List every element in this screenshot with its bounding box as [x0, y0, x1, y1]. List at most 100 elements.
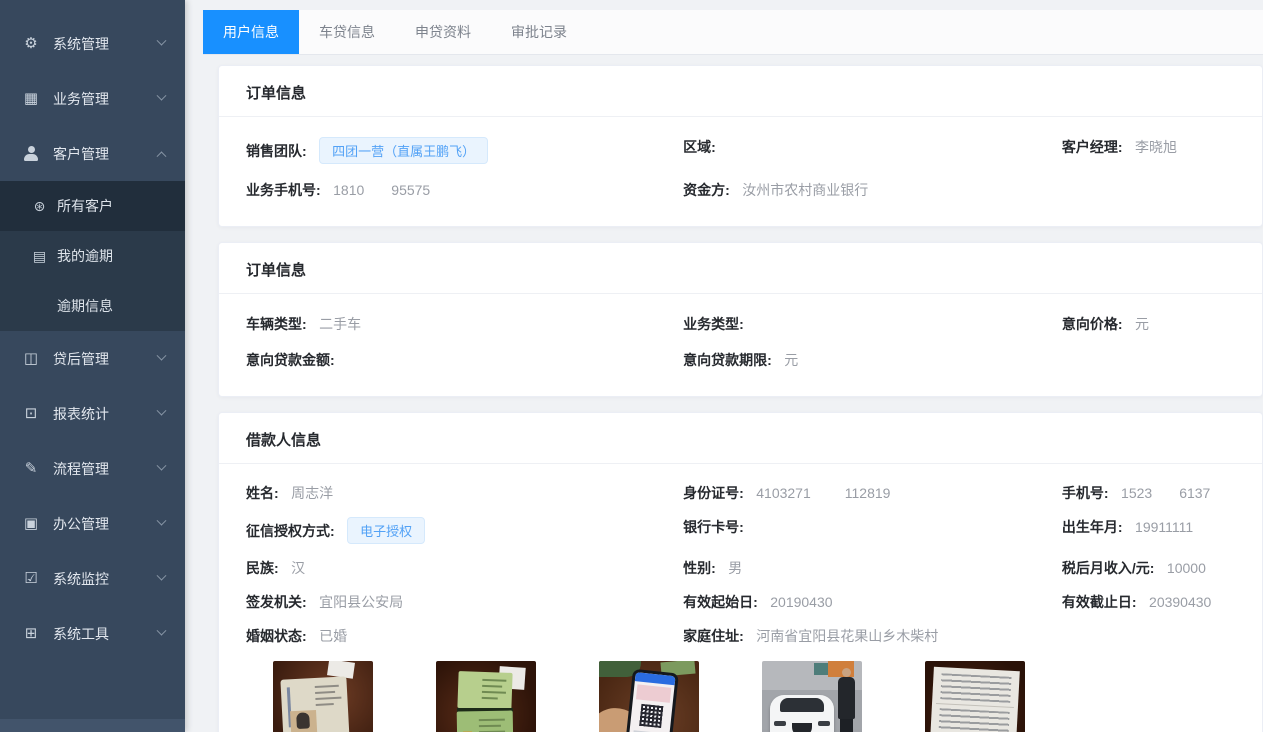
field-label: 有效截止日: [1062, 594, 1137, 610]
sidebar-item-label: 逾期信息 [57, 296, 113, 316]
credit-auth-tag[interactable]: 电子授权 [347, 517, 425, 544]
chevron-down-icon [157, 351, 167, 361]
sidebar-item-label: 业务管理 [53, 89, 109, 109]
redaction-mask [811, 487, 845, 498]
field-label: 家庭住址: [683, 628, 744, 644]
field-vehicle-type: 车辆类型: 二手车 [246, 306, 683, 342]
field-label: 民族: [246, 560, 279, 576]
field-label: 有效起始日: [683, 594, 758, 610]
sidebar-item-system-tools[interactable]: ⊞ 系统工具 [0, 606, 185, 661]
sidebar-item-my-overdue[interactable]: ▤ 我的逾期 [0, 231, 185, 281]
field-label: 客户经理: [1062, 139, 1123, 155]
chevron-down-icon [157, 91, 167, 101]
sidebar-item-label: 客户管理 [53, 144, 109, 164]
field-label: 银行卡号: [683, 519, 744, 535]
field-label: 婚姻状态: [246, 628, 307, 644]
field-value: 宜阳县公安局 [319, 594, 403, 610]
chevron-down-icon [157, 626, 167, 636]
sidebar-item-label: 所有客户 [57, 196, 113, 216]
sidebar-item-business-management[interactable]: ▦ 业务管理 [0, 71, 185, 126]
field-label: 销售团队: [246, 143, 307, 159]
field-region: 区域: [683, 129, 1062, 172]
tab-user-info[interactable]: 用户信息 [203, 10, 299, 54]
chevron-down-icon [157, 461, 167, 471]
main-content: 用户信息 车贷信息 申贷资料 审批记录 订单信息 销售团队: 四团一营（直属王鹏… [185, 0, 1263, 732]
sidebar-item-process-management[interactable]: ✎ 流程管理 [0, 441, 185, 496]
monitor-check-icon: ☑ [22, 571, 40, 586]
sidebar-item-postloan-management[interactable]: ◫ 贷后管理 [0, 331, 185, 386]
chevron-up-icon [157, 151, 167, 161]
phone-qr-photo[interactable]: 征信证明 [599, 661, 699, 732]
phone-qr-photo-image [599, 661, 699, 732]
field-loan-term: 意向贷款期限: 元 [683, 342, 1062, 378]
office-icon: ▣ [22, 516, 40, 531]
field-value: 男 [728, 560, 742, 576]
field-label: 性别: [683, 560, 716, 576]
field-issuing-authority: 签发机关: 宜阳县公安局 [246, 585, 683, 619]
sidebar-item-all-customers[interactable]: ⊛ 所有客户 [0, 181, 185, 231]
document-photos-row: 身份证 [246, 653, 1235, 732]
sidebar-item-overdue-info[interactable]: 逾期信息 [0, 281, 185, 331]
field-monthly-income: 税后月收入/元: 10000 [1062, 551, 1235, 585]
grid-icon: ▦ [22, 91, 40, 106]
field-valid-to: 有效截止日: 20390430 [1062, 585, 1235, 619]
field-value: 20390430 [1149, 594, 1211, 610]
sidebar-item-label: 报表统计 [53, 404, 109, 424]
chevron-down-icon [157, 36, 167, 46]
field-value: 19911111 [1135, 519, 1193, 535]
field-credit-auth: 征信授权方式: 电子授权 [246, 510, 683, 551]
field-label: 资金方: [683, 182, 730, 198]
field-value: 20190430 [770, 594, 832, 610]
tab-loan-application-docs[interactable]: 申贷资料 [395, 10, 491, 54]
sidebar-item-system-monitor[interactable]: ☑ 系统监控 [0, 551, 185, 606]
notebook-icon: ▤ [32, 248, 47, 265]
sidebar-item-label: 流程管理 [53, 459, 109, 479]
field-business-type: 业务类型: [683, 306, 1062, 342]
field-label: 税后月收入/元: [1062, 560, 1155, 576]
car-person-photo[interactable]: 人车合影 [762, 661, 862, 732]
id-card-photo[interactable]: 身份证 [273, 661, 373, 732]
card-title: 借款人信息 [219, 413, 1262, 464]
gear-icon: ⚙ [22, 36, 40, 51]
sales-team-tag[interactable]: 四团一营（直属王鹏飞） [319, 137, 488, 164]
field-value: 6137 [1179, 485, 1210, 501]
field-name: 姓名: 周志洋 [246, 476, 683, 510]
field-label: 签发机关: [246, 594, 307, 610]
redaction-mask [1152, 487, 1179, 498]
user-icon [22, 146, 40, 161]
green-booklet-photo[interactable]: 驾驶证照片 [436, 661, 536, 732]
field-value: 元 [784, 352, 798, 368]
field-value: 已婚 [319, 628, 347, 644]
field-label: 意向价格: [1062, 316, 1123, 332]
handwritten-doc-photo[interactable]: 其他材料 [925, 661, 1025, 732]
chevron-down-icon [157, 406, 167, 416]
tab-approval-records[interactable]: 审批记录 [491, 10, 587, 54]
field-label: 业务手机号: [246, 182, 321, 198]
field-value: 1523 [1121, 485, 1152, 501]
tab-car-loan-info[interactable]: 车贷信息 [299, 10, 395, 54]
field-ethnicity: 民族: 汉 [246, 551, 683, 585]
car-person-photo-image [762, 661, 862, 732]
field-valid-from: 有效起始日: 20190430 [683, 585, 1062, 619]
field-label: 出生年月: [1062, 519, 1123, 535]
sidebar-item-office-management[interactable]: ▣ 办公管理 [0, 496, 185, 551]
card-title: 订单信息 [219, 243, 1262, 294]
field-value: 周志洋 [291, 485, 333, 501]
field-sales-team: 销售团队: 四团一营（直属王鹏飞） [246, 129, 683, 172]
field-value: 95575 [391, 182, 430, 198]
field-label: 车辆类型: [246, 316, 307, 332]
sidebar-item-report-statistics[interactable]: ⊡ 报表统计 [0, 386, 185, 441]
sidebar-item-system-management[interactable]: ⚙ 系统管理 [0, 16, 185, 71]
id-card-photo-image [273, 661, 373, 732]
field-birth-date: 出生年月: 19911111 [1062, 510, 1235, 551]
field-bank-card: 银行卡号: [683, 510, 1062, 551]
field-mobile-phone: 手机号: 1523 6137 [1062, 476, 1235, 510]
order-info-card: 订单信息 销售团队: 四团一营（直属王鹏飞） 区域: 客户经理: 李晓旭 业务手 [218, 65, 1263, 227]
field-loan-amount: 意向贷款金额: [246, 342, 683, 378]
field-label: 手机号: [1062, 485, 1109, 501]
field-business-phone: 业务手机号: 181095575 [246, 172, 683, 208]
sidebar-item-label: 系统工具 [53, 624, 109, 644]
sidebar-item-customer-management[interactable]: 客户管理 [0, 126, 185, 181]
borrower-info-card: 借款人信息 姓名: 周志洋 身份证号: 4103271112819 手机号: 1… [218, 412, 1263, 732]
field-home-address: 家庭住址: 河南省宜阳县花果山乡木柴村 [683, 619, 1062, 653]
